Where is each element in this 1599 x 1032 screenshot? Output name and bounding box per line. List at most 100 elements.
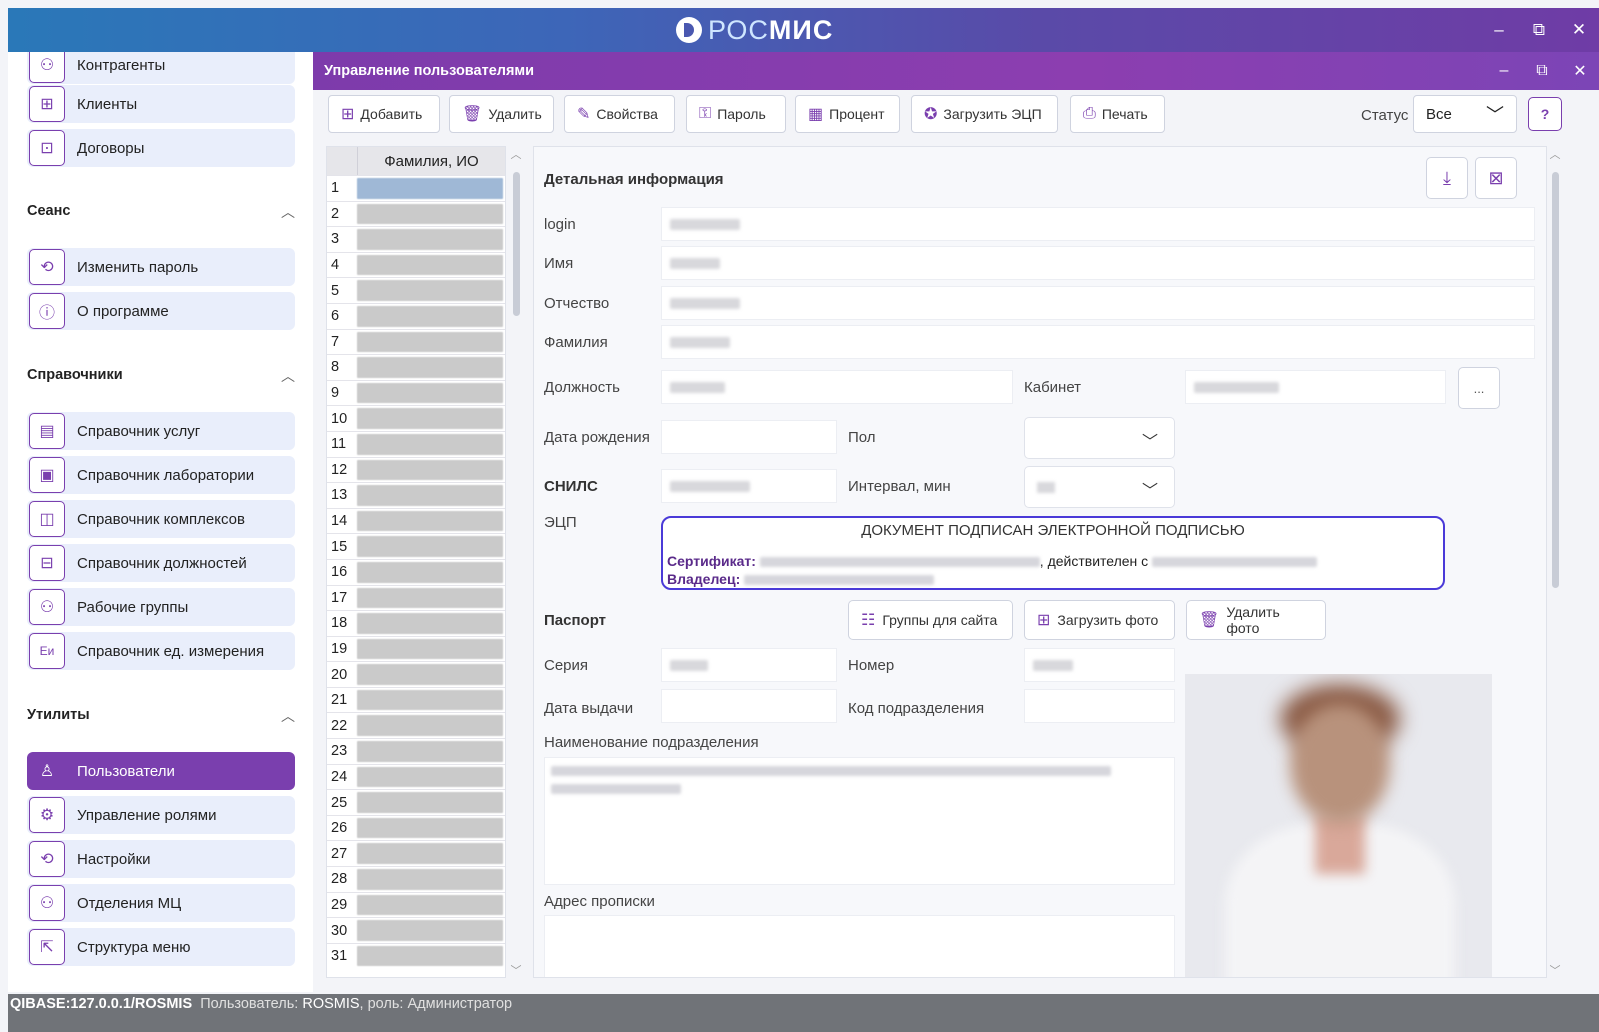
scroll-down-icon[interactable]: ﹀ <box>510 962 522 978</box>
table-row[interactable]: 4 <box>327 251 505 278</box>
sidebar-item-laboratory[interactable]: ▣ Справочник лаборатории <box>27 456 295 494</box>
status-select[interactable]: Все ﹀ <box>1413 95 1517 133</box>
table-row[interactable]: 28 <box>327 866 505 892</box>
panel-minimize-button[interactable]: – <box>1485 52 1523 90</box>
table-row[interactable]: 20 <box>327 661 505 687</box>
registration-address-field[interactable] <box>544 915 1175 977</box>
scroll-up-icon[interactable]: ︿ <box>510 146 522 162</box>
name-field[interactable] <box>661 246 1535 280</box>
sidebar-item-workgroups[interactable]: ⚇ Рабочие группы <box>27 588 295 626</box>
choose-cabinet-button[interactable]: ... <box>1458 367 1500 409</box>
sidebar-item-contractors[interactable]: ⚇ Контрагенты <box>27 52 295 84</box>
sidebar-item-positions[interactable]: ⊟ Справочник должностей <box>27 544 295 582</box>
number-field[interactable] <box>1024 648 1175 682</box>
panel-restore-button[interactable]: ⧉ <box>1523 52 1561 90</box>
close-button[interactable]: ✕ <box>1559 8 1599 52</box>
interval-select[interactable]: ﹀ <box>1024 466 1175 508</box>
login-field[interactable] <box>661 207 1535 241</box>
table-row[interactable]: 15 <box>327 533 505 559</box>
table-row[interactable]: 24 <box>327 763 505 790</box>
table-row[interactable]: 23 <box>327 738 505 764</box>
table-row[interactable]: 13 <box>327 482 505 508</box>
position-field[interactable] <box>661 370 1013 404</box>
table-row[interactable]: 16 <box>327 558 505 585</box>
sidebar-item-clients[interactable]: ⊞ Клиенты <box>27 85 295 123</box>
table-row[interactable]: 3 <box>327 226 505 252</box>
sidebar-item-services[interactable]: ▤ Справочник услуг <box>27 412 295 450</box>
site-groups-button[interactable]: ☷ Группы для сайта <box>848 600 1013 640</box>
table-row[interactable]: 17 <box>327 584 505 611</box>
sidebar-item-change-password[interactable]: ⟲ Изменить пароль <box>27 248 295 286</box>
chevron-up-icon[interactable]: ﹀ <box>281 365 295 385</box>
panel-close-button[interactable]: ✕ <box>1561 52 1599 90</box>
chevron-up-icon[interactable]: ﹀ <box>281 201 295 221</box>
scroll-up-icon[interactable]: ︿ <box>1549 146 1561 162</box>
table-row[interactable]: 19 <box>327 635 505 662</box>
list-scrollbar[interactable]: ︿ ﹀ <box>510 146 522 978</box>
division-code-field[interactable] <box>1024 689 1175 723</box>
table-row[interactable]: 7 <box>327 328 505 355</box>
table-row[interactable]: 11 <box>327 430 505 457</box>
add-button[interactable]: ⊞ Добавить <box>328 95 440 133</box>
percent-button[interactable]: ▦ Процент <box>795 95 900 133</box>
table-row[interactable]: 27 <box>327 840 505 867</box>
section-session[interactable]: Сеанс ﹀ <box>27 199 295 223</box>
table-row[interactable]: 9 <box>327 379 505 406</box>
sidebar-item-contracts[interactable]: ⊡ Договоры <box>27 129 295 167</box>
issue-date-field[interactable] <box>661 689 837 723</box>
cabinet-field[interactable] <box>1185 370 1446 404</box>
sidebar-item-units[interactable]: Eи Справочник ед. измерения <box>27 632 295 670</box>
table-row[interactable]: 2 <box>327 200 505 227</box>
series-field[interactable] <box>661 648 837 682</box>
table-row[interactable]: 12 <box>327 456 505 483</box>
table-row[interactable]: 8 <box>327 354 505 380</box>
table-row[interactable]: 22 <box>327 712 505 739</box>
list-scroll-thumb[interactable] <box>513 172 520 316</box>
birth-date-field[interactable] <box>661 420 837 454</box>
surname-field[interactable] <box>661 325 1535 359</box>
chevron-up-icon[interactable]: ﹀ <box>281 705 295 725</box>
table-row[interactable]: 30 <box>327 917 505 943</box>
table-row[interactable]: 29 <box>327 891 505 918</box>
table-row[interactable]: 14 <box>327 507 505 534</box>
sidebar-item-departments[interactable]: ⚇ Отделения МЦ <box>27 884 295 922</box>
table-row[interactable]: 21 <box>327 686 505 713</box>
sidebar-item-settings[interactable]: ⟲ Настройки <box>27 840 295 878</box>
detail-scroll-thumb[interactable] <box>1552 172 1559 588</box>
section-utilities[interactable]: Утилиты ﹀ <box>27 703 295 727</box>
load-ecp-button[interactable]: ✪ Загрузить ЭЦП <box>911 95 1058 133</box>
sidebar-item-complexes[interactable]: ◫ Справочник комплексов <box>27 500 295 538</box>
gender-select[interactable]: ﹀ <box>1024 417 1175 459</box>
table-row[interactable]: 1 <box>327 175 505 201</box>
table-row[interactable]: 10 <box>327 405 505 431</box>
print-button[interactable]: ⎙ Печать <box>1070 95 1165 133</box>
table-row[interactable]: 26 <box>327 814 505 841</box>
restore-button[interactable]: ⧉ <box>1519 8 1559 52</box>
properties-button[interactable]: ✎ Свойства <box>564 95 675 133</box>
table-row[interactable]: 31 <box>327 942 505 969</box>
help-button[interactable]: ? <box>1528 97 1562 131</box>
table-row[interactable]: 6 <box>327 302 505 329</box>
sidebar-item-about[interactable]: ⓘ О программе <box>27 292 295 330</box>
title-bar: РОСМИС – ⧉ ✕ <box>8 8 1599 52</box>
password-button[interactable]: ⚿ Пароль <box>686 95 786 133</box>
table-row[interactable]: 5 <box>327 277 505 303</box>
scroll-down-icon[interactable]: ﹀ <box>1549 962 1561 978</box>
sidebar-item-users[interactable]: ♙ Пользователи <box>27 752 295 790</box>
delete-button[interactable]: 🗑 Удалить <box>449 95 554 133</box>
sidebar-item-roles[interactable]: ⚙ Управление ролями <box>27 796 295 834</box>
sidebar-item-menu-structure[interactable]: ⇱ Структура меню <box>27 928 295 966</box>
minimize-button[interactable]: – <box>1479 8 1519 52</box>
close-detail-button[interactable]: ⊠ <box>1475 157 1517 199</box>
patronymic-field[interactable] <box>661 286 1535 320</box>
detail-scrollbar[interactable]: ︿ ﹀ <box>1549 146 1561 978</box>
column-header-name[interactable]: Фамилия, ИО <box>357 147 505 175</box>
table-row[interactable]: 25 <box>327 789 505 815</box>
section-references[interactable]: Справочники ﹀ <box>27 363 295 387</box>
save-button[interactable]: ⤓ <box>1426 157 1468 199</box>
table-row[interactable]: 18 <box>327 610 505 636</box>
upload-photo-button[interactable]: ⊞ Загрузить фото <box>1024 600 1175 640</box>
division-name-field[interactable] <box>544 757 1175 885</box>
snils-field[interactable] <box>661 469 837 503</box>
delete-photo-button[interactable]: 🗑 Удалить фото <box>1186 600 1326 640</box>
